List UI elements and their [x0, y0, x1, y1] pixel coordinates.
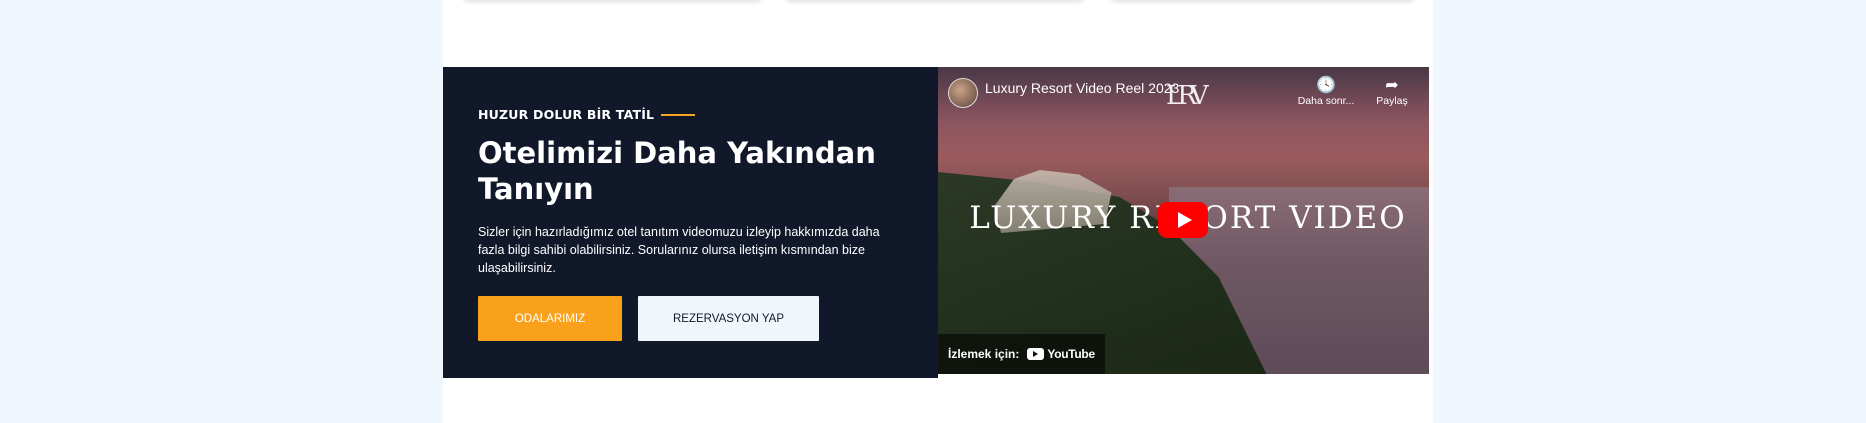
channel-logo: LRV [1166, 81, 1209, 111]
watch-later-label: Daha sonr... [1297, 95, 1355, 107]
eyebrow-text: HUZUR DOLUR BİR TATİL [478, 107, 655, 122]
youtube-logo: YouTube [1027, 347, 1095, 361]
clock-icon: 🕓 [1316, 77, 1336, 94]
hotel-video-section: HUZUR DOLUR BİR TATİL Otelimizi Daha Yak… [443, 67, 1429, 378]
section-title: Otelimizi Daha Yakından Tanıyın [478, 136, 876, 206]
share-label: Paylaş [1376, 95, 1408, 107]
youtube-wordmark: YouTube [1047, 347, 1095, 361]
video-title[interactable]: Luxury Resort Video Reel 2023 [985, 80, 1179, 96]
rooms-button[interactable]: ODALARIMIZ [478, 296, 622, 341]
share-button[interactable]: ➦ Paylaş [1362, 77, 1422, 107]
intro-panel: HUZUR DOLUR BİR TATİL Otelimizi Daha Yak… [443, 67, 938, 378]
channel-avatar[interactable] [948, 78, 978, 108]
section-eyebrow: HUZUR DOLUR BİR TATİL [478, 107, 696, 122]
reservation-button[interactable]: REZERVASYON YAP [638, 296, 819, 341]
youtube-video-embed[interactable]: Luxury Resort Video Reel 2023 LRV 🕓 Daha… [938, 67, 1429, 374]
eyebrow-line [661, 113, 696, 116]
section-description: Sizler için hazırladığımız otel tanıtım … [478, 225, 880, 275]
youtube-play-icon [1027, 348, 1045, 360]
play-icon [1177, 212, 1192, 228]
watch-later-button[interactable]: 🕓 Daha sonr... [1296, 77, 1356, 107]
share-icon: ➦ [1385, 77, 1399, 94]
watch-on-youtube[interactable]: İzlemek için: YouTube [938, 334, 1105, 374]
play-button[interactable] [1158, 202, 1208, 238]
watch-on-label: İzlemek için: [948, 347, 1020, 361]
